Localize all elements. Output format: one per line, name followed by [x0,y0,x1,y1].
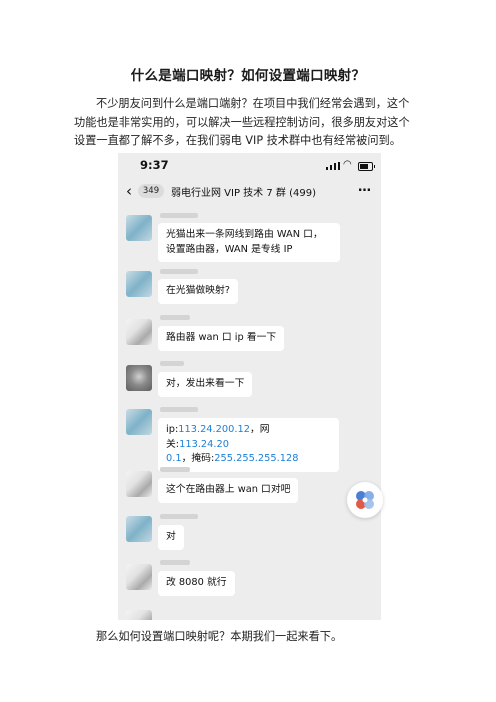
nickname-blurred [160,560,190,565]
intro-paragraph: 不少朋友问到什么是端口端射？在项目中我们经常会遇到，这个 功能也是非常实用的，可… [74,95,426,151]
status-bar: 9:37 ◠ [118,153,381,177]
status-time: 9:37 [140,158,169,172]
avatar[interactable] [126,409,152,435]
avatar[interactable] [126,319,152,345]
message-text: 这个在路由器上 wan 口对吧 [166,484,291,495]
avatar[interactable] [126,215,152,241]
nickname-blurred [160,407,198,412]
nickname-blurred [160,467,190,472]
chat-screenshot: 9:37 ◠ ‹ 349 弱电行业网 VIP 技术 7 群 (499) … 光猫… [118,153,381,620]
message-bubble[interactable]: 改 8080 就行 [158,571,235,596]
avatar[interactable] [126,471,152,497]
message-text: 光猫出来一条网线到路由 WAN 口， [166,229,323,240]
intro-line: 设置一直都了解不多，在我们弱电 VIP 技术群中也有经常被问到。 [74,134,401,147]
avatar[interactable] [126,610,152,620]
unread-badge[interactable]: 349 [138,184,164,198]
intro-line: 不少朋友问到什么是端口端射？在项目中我们经常会遇到，这个 [96,97,410,110]
message-bubble[interactable]: 在光猫做映射? [158,279,238,304]
label-ip: ip: [166,424,179,435]
label-mask: ，掩码: [181,453,215,464]
message-text: 改 8080 就行 [166,577,227,588]
message-text: 对 [166,531,176,542]
avatar[interactable] [126,564,152,590]
nickname-blurred [160,315,190,320]
assistant-icon [356,491,374,509]
message-text: 路由器 wan 口 ip 看一下 [166,332,277,343]
message-bubble[interactable]: 路由器 wan 口 ip 看一下 [158,326,285,351]
avatar[interactable] [126,365,152,391]
ip-value: 113.24.200.12 [178,424,250,435]
outro-paragraph: 那么如何设置端口映射呢？本期我们一起来看下。 [96,630,343,643]
nickname-blurred [160,361,184,366]
chat-title: 弱电行业网 VIP 技术 7 群 (499) [171,188,316,199]
avatar[interactable] [126,516,152,542]
nickname-blurred [160,213,198,218]
mask-value: 255.255.255.128 [214,453,299,464]
more-icon[interactable]: … [358,180,372,195]
message-bubble[interactable]: ip:113.24.200.12，网关:113.24.20 0.1，掩码:255… [158,418,339,472]
message-text: ip:113.24.200.12，网关:113.24.20 [166,423,331,452]
message-bubble[interactable]: 这个在路由器上 wan 口对吧 [158,478,299,503]
chat-navbar: ‹ 349 弱电行业网 VIP 技术 7 群 (499) … [118,179,381,207]
message-bubble[interactable]: 对 [158,525,184,550]
message-text: 在光猫做映射? [166,285,230,296]
wifi-icon: ◠ [343,159,352,170]
message-bubble[interactable]: 对，发出来看一下 [158,372,253,397]
back-icon[interactable]: ‹ [126,182,132,200]
gateway-value: 113.24.20 [179,438,229,450]
gateway-value: 0.1 [166,453,182,464]
avatar[interactable] [126,271,152,297]
message-bubble[interactable]: 光猫出来一条网线到路由 WAN 口， 设置路由器，WAN 是专线 IP [158,223,340,262]
battery-icon [358,162,375,171]
message-text: 0.1，掩码:255.255.255.128 [166,452,331,467]
signal-icon [326,162,340,170]
intro-line: 功能也是非常实用的，可以解决一些远程控制访问，很多朋友对这个 [74,115,410,129]
floating-assistant-button[interactable] [347,482,383,518]
message-text: 设置路由器，WAN 是专线 IP [166,243,293,255]
nickname-blurred [160,514,198,519]
message-text: 对，发出来看一下 [166,378,245,389]
nickname-blurred [160,269,198,274]
article-title: 什么是端口映射？如何设置端口映射？ [130,68,366,84]
